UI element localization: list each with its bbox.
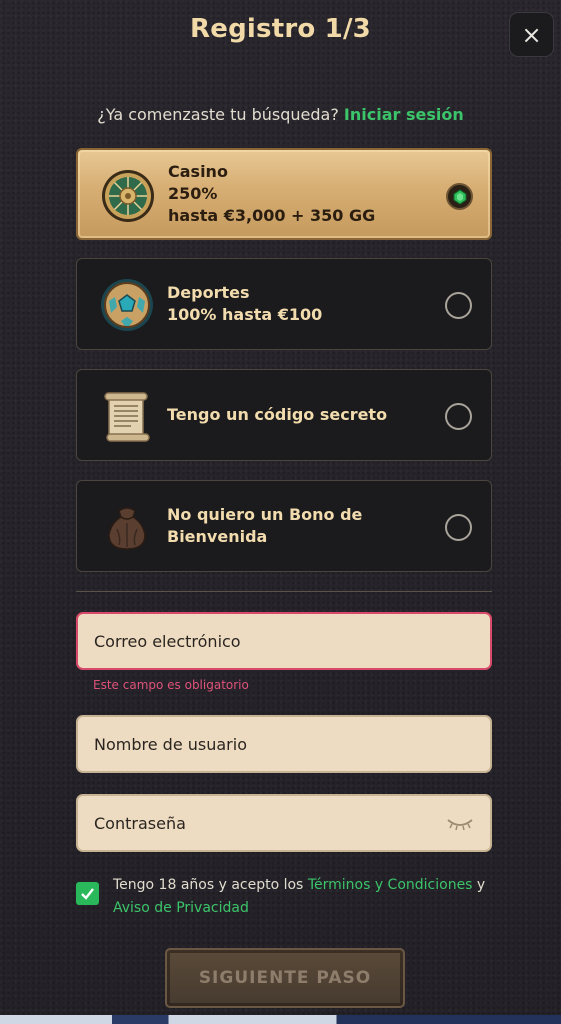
option-line: hasta €3,000 + 350 GG [168,206,376,225]
username-field[interactable] [76,715,492,773]
login-prompt: ¿Ya comenzaste tu búsqueda? Iniciar sesi… [0,105,561,124]
soccer-ball-icon [101,279,153,331]
option-radio[interactable] [445,292,472,319]
terms-link[interactable]: Términos y Condiciones [308,877,473,893]
password-field[interactable] [76,794,492,852]
option-radio[interactable] [446,183,473,210]
username-input[interactable] [94,734,424,754]
background-strip [0,1015,561,1024]
option-title: Tengo un código secreto [167,405,388,424]
bonus-option-casino[interactable]: Casino 250% hasta €3,000 + 350 GG [76,148,492,240]
terms-checkbox[interactable] [76,882,99,905]
bonus-option-secret-code[interactable]: Tengo un código secreto [76,369,492,461]
option-text: No quiero un Bono de Bienvenida [167,481,362,571]
eye-closed-icon[interactable] [446,815,474,833]
page-title: Registro 1/3 [190,14,371,44]
bonus-option-no-bonus[interactable]: No quiero un Bono de Bienvenida [76,480,492,572]
email-input[interactable] [94,631,424,651]
close-button[interactable]: × [509,12,554,57]
option-radio[interactable] [445,403,472,430]
email-error-message: Este campo es obligatorio [93,678,249,692]
privacy-link[interactable]: Aviso de Privacidad [113,900,249,916]
checkmark-icon [81,888,94,900]
option-title: No quiero un Bono de [167,505,363,524]
close-icon: × [521,20,542,49]
option-radio[interactable] [445,514,472,541]
option-line: 250% [168,184,218,203]
terms-label: Tengo 18 años y acepto los [113,877,308,893]
option-title: Casino [168,162,228,181]
pouch-icon [108,507,146,550]
option-line: Bienvenida [167,527,268,546]
terms-label: y [472,877,486,893]
option-title: Deportes [167,283,250,302]
scroll-icon [104,392,150,442]
login-link[interactable]: Iniciar sesión [344,105,464,124]
option-text: Tengo un código secreto [167,370,387,460]
password-input[interactable] [94,813,424,833]
option-line: 100% hasta €100 [167,305,323,324]
terms-text: Tengo 18 años y acepto los Términos y Co… [113,874,493,920]
option-text: Casino 250% hasta €3,000 + 350 GG [168,150,375,238]
option-text: Deportes 100% hasta €100 [167,259,322,349]
roulette-icon [102,170,154,222]
email-field[interactable] [76,612,492,670]
login-question: ¿Ya comenzaste tu búsqueda? [97,105,339,124]
divider [76,591,492,592]
next-step-button[interactable]: SIGUIENTE PASO [165,948,405,1008]
emerald-gem-icon [453,188,466,205]
bonus-option-sports[interactable]: Deportes 100% hasta €100 [76,258,492,350]
